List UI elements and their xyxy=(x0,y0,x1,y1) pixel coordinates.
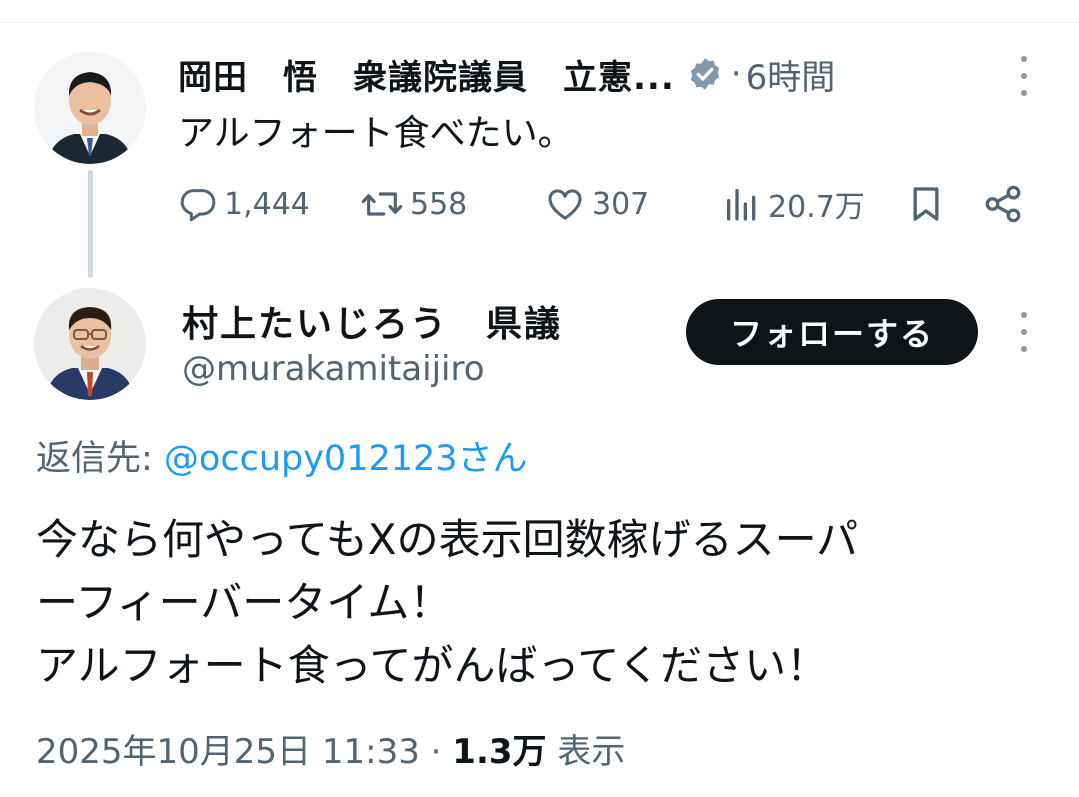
main-author-name[interactable]: 村上たいじろう 県議 xyxy=(182,295,562,347)
heart-icon xyxy=(544,184,586,224)
tweet-meta: 2025年10月25日 11:33 · 1.3万 表示 xyxy=(36,724,625,773)
reply-prefix: 返信先: xyxy=(36,439,164,479)
parent-author-name[interactable]: 岡田 悟 衆議院議員 立憲... xyxy=(178,50,675,99)
more-vertical-icon[interactable] xyxy=(1014,312,1034,352)
reply-context: 返信先: @occupy012123さん xyxy=(36,430,528,481)
parent-tweet-text: アルフォート食べたい。 xyxy=(178,113,574,154)
separator-dot: · xyxy=(430,732,453,772)
verified-badge-icon xyxy=(687,56,723,92)
views-label: 表示 xyxy=(557,732,626,772)
retweet-count: 558 xyxy=(410,186,468,222)
share-icon xyxy=(982,183,1024,225)
thread-connector xyxy=(88,170,93,278)
parent-action-bar: 1,444 558 307 20.7万 xyxy=(178,180,1038,228)
bar-chart-icon xyxy=(722,184,762,224)
tweet-timestamp[interactable]: 2025年10月25日 11:33 xyxy=(36,732,420,772)
reply-icon xyxy=(178,184,218,224)
bookmark-button[interactable] xyxy=(906,180,946,228)
main-author-handle[interactable]: @murakamitaijiro xyxy=(182,349,485,389)
reply-count: 1,444 xyxy=(224,186,310,222)
more-vertical-icon[interactable] xyxy=(1014,56,1034,96)
like-count: 307 xyxy=(592,186,650,222)
views-button[interactable]: 20.7万 xyxy=(722,180,865,228)
tweet-text-line: ーフィーバータイム！ xyxy=(36,578,452,627)
parent-tweet-header: 岡田 悟 衆議院議員 立憲... · 6時間 xyxy=(178,50,836,99)
views-count: 20.7万 xyxy=(768,190,865,225)
parent-time[interactable]: 6時間 xyxy=(746,50,836,99)
retweet-icon xyxy=(360,184,404,224)
bookmark-icon xyxy=(906,184,946,224)
avatar[interactable] xyxy=(34,288,146,400)
share-button[interactable] xyxy=(982,180,1024,228)
tweet-text-line: アルフォート食ってがんばってください！ xyxy=(36,641,829,690)
main-tweet-text: 今なら何やってもXの表示回数稼げるスーパ ーフィーバータイム！ アルフォート食っ… xyxy=(36,508,1046,697)
like-button[interactable]: 307 xyxy=(544,180,649,228)
avatar[interactable] xyxy=(34,52,146,164)
separator-dot: · xyxy=(730,54,742,94)
views-count: 1.3万 xyxy=(452,732,547,772)
follow-button[interactable]: フォローする xyxy=(686,299,978,365)
retweet-button[interactable]: 558 xyxy=(360,180,467,228)
tweet-text-line: 今なら何やってもXの表示回数稼げるスーパ xyxy=(36,515,859,564)
reply-target-link[interactable]: @occupy012123さん xyxy=(164,439,528,479)
top-divider xyxy=(0,22,1079,23)
reply-button[interactable]: 1,444 xyxy=(178,180,310,228)
